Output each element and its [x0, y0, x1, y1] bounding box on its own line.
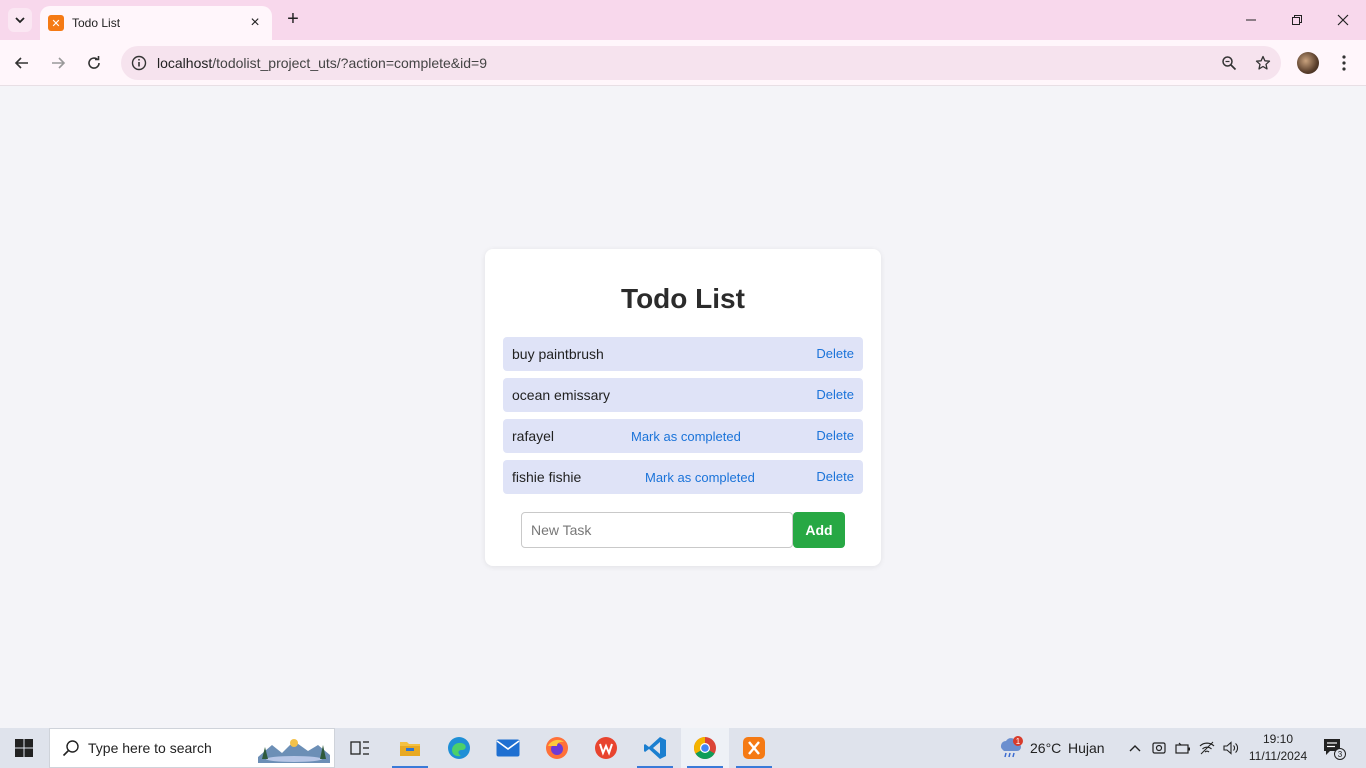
edge-icon — [448, 737, 470, 759]
arrow-left-icon — [14, 57, 28, 69]
windows-taskbar: Type here to search 1 26°C Hujan 19:10 1… — [0, 728, 1366, 768]
taskbar-chrome[interactable] — [681, 728, 729, 768]
windows-logo-icon — [15, 739, 33, 757]
camera-icon — [1152, 742, 1166, 754]
close-window-button[interactable] — [1320, 0, 1366, 40]
notification-icon: 3 — [1324, 739, 1346, 760]
show-hidden-icons-button[interactable] — [1124, 728, 1146, 768]
mail-icon — [496, 739, 520, 757]
taskbar-xampp[interactable] — [730, 728, 778, 768]
forward-button[interactable] — [43, 48, 73, 78]
zoom-icon — [1222, 56, 1237, 71]
network-button[interactable] — [1196, 728, 1218, 768]
url-text[interactable]: localhost/todolist_project_uts/?action=c… — [157, 55, 1213, 71]
more-vert-icon — [1342, 55, 1346, 71]
chrome-icon — [694, 737, 716, 759]
clock-date: 11/11/2024 — [1248, 749, 1308, 763]
weather-temperature[interactable]: 26°C — [1030, 740, 1061, 756]
delete-link[interactable]: Delete — [816, 469, 854, 484]
folder-icon — [400, 742, 420, 756]
search-placeholder: Type here to search — [88, 740, 212, 756]
taskbar-wps-office[interactable] — [582, 728, 630, 768]
profile-avatar[interactable] — [1297, 52, 1319, 74]
rain-cloud-icon: 1 — [1001, 736, 1023, 758]
bookmark-button[interactable] — [1247, 47, 1279, 79]
page-title: Todo List — [621, 283, 745, 314]
speaker-icon — [1223, 741, 1238, 755]
new-tab-button[interactable]: + — [282, 8, 304, 30]
volume-button[interactable] — [1220, 728, 1242, 768]
taskbar-firefox[interactable] — [533, 728, 581, 768]
page-viewport: Todo List buy paintbrush Delete ocean em… — [0, 87, 1366, 728]
start-button[interactable] — [0, 728, 48, 768]
arrow-right-icon — [52, 57, 66, 69]
add-task-button[interactable]: Add — [793, 512, 845, 548]
battery-button[interactable] — [1172, 728, 1194, 768]
taskbar-file-explorer[interactable] — [386, 728, 434, 768]
task-item: buy paintbrush Delete — [503, 337, 863, 371]
address-bar[interactable]: localhost/todolist_project_uts/?action=c… — [121, 46, 1281, 80]
task-item: fishie fishie Mark as completed Delete — [503, 460, 863, 494]
tab-search-button[interactable] — [8, 8, 32, 32]
task-item: ocean emissary Delete — [503, 378, 863, 412]
weather-description[interactable]: Hujan — [1068, 740, 1105, 756]
close-icon — [1337, 14, 1349, 26]
restore-button[interactable] — [1274, 0, 1320, 40]
new-task-input[interactable] — [521, 512, 793, 548]
xampp-icon — [743, 737, 765, 759]
back-button[interactable] — [7, 48, 37, 78]
reload-icon — [88, 56, 100, 69]
weather-badge: 1 — [1016, 737, 1021, 746]
browser-tab-todo-list[interactable]: ✕ Todo List × — [40, 6, 272, 40]
browser-toolbar: localhost/todolist_project_uts/?action=c… — [0, 40, 1366, 86]
star-icon — [1255, 55, 1271, 70]
browser-tab-strip: ✕ Todo List × + — [0, 0, 1366, 40]
wps-office-icon — [595, 737, 617, 759]
minimize-icon — [1246, 19, 1256, 21]
xampp-favicon-icon: ✕ — [48, 15, 64, 31]
info-icon — [131, 55, 147, 71]
taskbar-mail[interactable] — [484, 728, 532, 768]
delete-link[interactable]: Delete — [816, 387, 854, 402]
mark-completed-link[interactable]: Mark as completed — [631, 429, 741, 444]
wifi-icon — [1199, 741, 1215, 755]
task-view-icon — [350, 741, 369, 755]
delete-link[interactable]: Delete — [816, 428, 854, 443]
vscode-icon — [644, 737, 666, 759]
browser-menu-button[interactable] — [1332, 48, 1356, 78]
firefox-icon — [546, 737, 568, 759]
clock-time: 19:10 — [1262, 732, 1294, 746]
taskbar-clock[interactable]: 19:10 11/11/2024 — [1244, 731, 1312, 765]
meet-now-button[interactable] — [1148, 728, 1170, 768]
notification-count: 3 — [1338, 750, 1343, 759]
task-item: rafayel Mark as completed Delete — [503, 419, 863, 453]
taskbar-vscode[interactable] — [631, 728, 679, 768]
task-name: buy paintbrush — [512, 346, 604, 362]
delete-link[interactable]: Delete — [816, 346, 854, 361]
url-host: localhost — [157, 55, 213, 71]
task-name: rafayel — [512, 428, 555, 444]
url-path: /todolist_project_uts/?action=complete&i… — [212, 55, 487, 71]
mark-completed-link[interactable]: Mark as completed — [645, 470, 755, 485]
site-info-button[interactable] — [123, 47, 155, 79]
search-highlight-landscape-icon — [258, 735, 330, 763]
restore-icon — [1292, 15, 1302, 25]
search-icon — [62, 740, 79, 757]
task-name: ocean emissary — [512, 387, 611, 403]
chevron-up-icon — [1129, 745, 1141, 752]
battery-icon — [1175, 742, 1190, 754]
taskbar-edge[interactable] — [435, 728, 483, 768]
task-view-button[interactable] — [336, 728, 384, 768]
reload-button[interactable] — [79, 48, 109, 78]
tab-title: Todo List — [72, 16, 121, 30]
todo-card: Todo List buy paintbrush Delete ocean em… — [485, 249, 881, 566]
chevron-down-icon — [15, 17, 25, 24]
zoom-button[interactable] — [1213, 47, 1245, 79]
close-tab-icon[interactable]: × — [246, 14, 264, 32]
minimize-button[interactable] — [1228, 0, 1274, 40]
weather-widget-icon-button[interactable]: 1 — [994, 728, 1026, 768]
notification-center-button[interactable]: 3 — [1322, 736, 1346, 760]
taskbar-search-box[interactable]: Type here to search — [49, 728, 335, 768]
task-name: fishie fishie — [512, 469, 582, 485]
